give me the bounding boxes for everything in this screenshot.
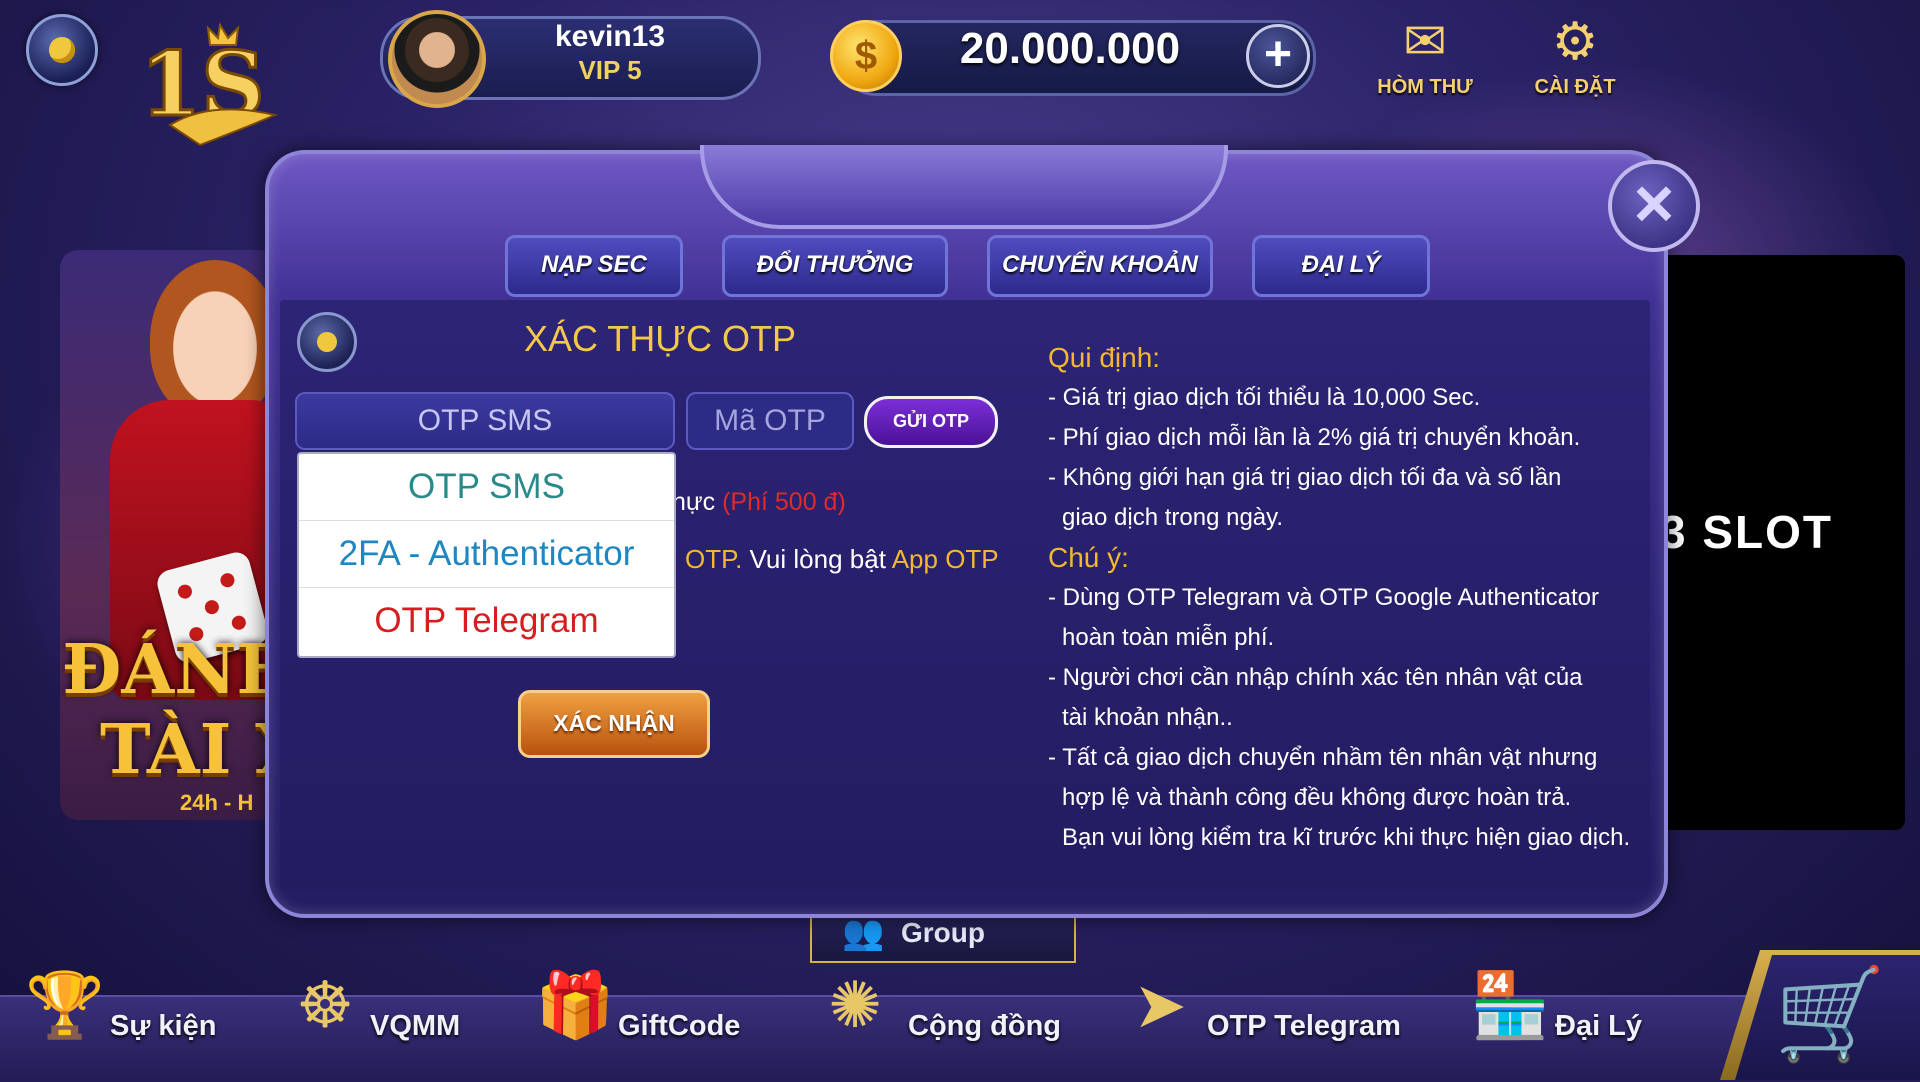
add-coins-button[interactable]: +: [1246, 24, 1310, 88]
wheel-icon: ☸: [296, 969, 354, 1041]
banner-subtitle: 24h - H: [180, 790, 254, 815]
settings-button[interactable]: ⚙ CÀI ĐẶT: [1515, 14, 1635, 99]
rule-line: giao dịch trong ngày.: [1062, 504, 1284, 531]
nav-vqmm[interactable]: ☸ VQMM: [280, 960, 480, 1075]
back-icon: [317, 332, 337, 352]
username: kevin13: [554, 20, 666, 53]
nav-otp-telegram-label: OTP Telegram: [1207, 1010, 1401, 1042]
nav-agency[interactable]: 🏪 Đại Lý: [1465, 960, 1665, 1075]
otp-note: OTP. Vui lòng bật App OTP: [685, 544, 999, 574]
dropdown-option-otp-telegram[interactable]: OTP Telegram: [299, 588, 674, 654]
note-line: hợp lệ và thành công đều không được hoàn…: [1062, 784, 1572, 811]
trophy-icon: 🏆: [25, 969, 105, 1041]
settings-label: CÀI ĐẶT: [1534, 76, 1616, 98]
community-icon: ✺: [828, 969, 882, 1041]
avatar[interactable]: [388, 10, 486, 108]
mailbox-label: HÒM THƯ: [1377, 76, 1473, 98]
otp-type-select[interactable]: OTP SMS: [295, 392, 675, 450]
banner-character: [150, 260, 280, 420]
tab-dai-ly[interactable]: ĐẠI LÝ: [1252, 235, 1430, 297]
note-line: - Tất cả giao dịch chuyển nhầm tên nhân …: [1048, 744, 1598, 771]
tab-doi-thuong[interactable]: ĐỔI THƯỞNG: [722, 235, 948, 297]
otp-type-dropdown: OTP SMS 2FA - Authenticator OTP Telegram: [297, 452, 676, 658]
rule-line: - Phí giao dịch mỗi lần là 2% giá trị ch…: [1048, 424, 1581, 451]
note-line: - Người chơi cần nhập chính xác tên nhân…: [1048, 664, 1583, 691]
fee-text: hực (Phí 500 đ): [672, 488, 846, 516]
vip-level: VIP 5: [578, 55, 642, 85]
shop-icon: 🏪: [1470, 969, 1550, 1041]
coin-icon: $: [830, 20, 902, 92]
nav-agency-label: Đại Lý: [1555, 1010, 1643, 1042]
note-line: hoàn toàn miễn phí.: [1062, 624, 1275, 651]
rule-line: - Giá trị giao dịch tối thiểu là 10,000 …: [1048, 384, 1481, 411]
mailbox-button[interactable]: ✉ HÒM THƯ: [1365, 14, 1485, 99]
rules-heading: Qui định:: [1048, 342, 1161, 373]
home-icon: [49, 37, 75, 63]
tab-chuyen-khoan[interactable]: CHUYỂN KHOẢN: [987, 235, 1213, 297]
rules-panel: Qui định: - Giá trị giao dịch tối thiểu …: [1048, 338, 1648, 858]
envelope-icon: ✉: [1403, 13, 1447, 71]
telegram-icon: ➤: [1133, 969, 1187, 1041]
nav-events-label: Sự kiện: [110, 1010, 217, 1042]
nav-otp-telegram[interactable]: ➤ OTP Telegram: [1115, 960, 1415, 1075]
game-logo: 1S: [139, 22, 279, 147]
otp-title: XÁC THỰC OTP: [523, 318, 797, 359]
note-line: - Dùng OTP Telegram và OTP Google Authen…: [1048, 584, 1599, 611]
send-otp-button[interactable]: GỬI OTP: [864, 396, 998, 448]
rule-line: - Không giới hạn giá trị giao dịch tối đ…: [1048, 464, 1562, 491]
otp-code-input[interactable]: Mã OTP: [686, 392, 854, 450]
nav-vqmm-label: VQMM: [370, 1010, 461, 1042]
group-label: Group: [901, 917, 985, 948]
balance-amount: 20.000.000: [959, 24, 1181, 73]
close-button[interactable]: ×: [1608, 160, 1700, 252]
back-button[interactable]: [297, 312, 357, 372]
gift-icon: 🎁: [535, 969, 615, 1041]
dropdown-option-otp-sms[interactable]: OTP SMS: [299, 454, 674, 521]
nav-giftcode-label: GiftCode: [618, 1010, 741, 1042]
slot-promo-panel[interactable]: 3 SLOT: [1650, 255, 1905, 830]
note-line: Bạn vui lòng kiểm tra kĩ trước khi thực …: [1062, 824, 1631, 851]
home-button[interactable]: [26, 14, 98, 86]
notes-heading: Chú ý:: [1048, 542, 1129, 573]
nav-giftcode[interactable]: 🎁 GiftCode: [530, 960, 750, 1075]
tab-nap-sec[interactable]: NẠP SEC: [505, 235, 683, 297]
confirm-button[interactable]: XÁC NHẬN: [518, 690, 710, 758]
modal-header-notch: [700, 145, 1228, 229]
nav-community[interactable]: ✺ Cộng đồng: [810, 960, 1070, 1075]
slot-label: 3 SLOT: [1660, 506, 1834, 558]
nav-events[interactable]: 🏆 Sự kiện: [20, 960, 220, 1075]
note-line: tài khoản nhận..: [1062, 704, 1233, 731]
dropdown-option-2fa[interactable]: 2FA - Authenticator: [299, 521, 674, 588]
gear-icon: ⚙: [1551, 13, 1599, 71]
cart-icon[interactable]: 🛒: [1770, 960, 1890, 1070]
nav-community-label: Cộng đồng: [908, 1010, 1062, 1042]
